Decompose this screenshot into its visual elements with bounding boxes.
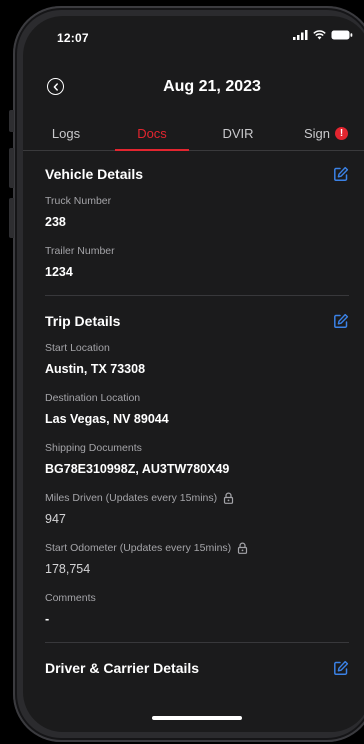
section-title: Driver & Carrier Details [45, 660, 200, 676]
field-value: Las Vegas, NV 89044 [45, 412, 169, 426]
tab-bar: Logs Docs DVIR Sign ! [23, 116, 364, 151]
signal-icon [293, 30, 308, 40]
field-label: Start Location [45, 342, 110, 354]
trip-details-header: Trip Details [45, 306, 349, 336]
tab-sign[interactable]: Sign ! [281, 116, 364, 150]
start-odometer-field: Start Odometer (Updates every 15mins) 17… [45, 542, 349, 576]
comments-field: Comments - [45, 592, 349, 626]
home-indicator[interactable] [152, 716, 242, 720]
tab-dvir[interactable]: DVIR [195, 116, 281, 150]
field-value: 238 [45, 215, 66, 229]
miles-driven-field: Miles Driven (Updates every 15mins) 947 [45, 492, 349, 526]
screen: 12:07 Aug 21, 2023 Logs Docs DVIR Sign !… [23, 16, 364, 732]
field-label: Truck Number [45, 195, 112, 207]
field-value: 947 [45, 512, 66, 526]
lock-icon [238, 542, 248, 554]
divider [45, 642, 349, 643]
trailer-number-field: Trailer Number 1234 [45, 245, 349, 279]
edit-icon[interactable] [333, 313, 349, 329]
status-time: 12:07 [57, 31, 89, 45]
vehicle-details-section: Vehicle Details Truck Number 238 Trailer… [23, 159, 364, 279]
lock-icon [224, 492, 234, 504]
tab-dvir-label: DVIR [222, 125, 254, 141]
section-title: Vehicle Details [45, 166, 144, 182]
shipping-documents-field: Shipping Documents BG78E310998Z, AU3TW78… [45, 442, 349, 476]
alert-badge-icon: ! [335, 126, 349, 140]
driver-carrier-section: Driver & Carrier Details [23, 653, 364, 683]
battery-icon [331, 30, 353, 40]
wifi-icon [313, 30, 326, 40]
docs-content[interactable]: Vehicle Details Truck Number 238 Trailer… [23, 151, 364, 732]
chevron-left-icon [53, 82, 58, 91]
divider [45, 295, 349, 296]
field-label: Miles Driven (Updates every 15mins) [45, 492, 349, 504]
destination-field: Destination Location Las Vegas, NV 89044 [45, 392, 349, 426]
edit-icon[interactable] [333, 660, 349, 676]
tab-docs-label: Docs [137, 125, 167, 141]
field-value: 1234 [45, 265, 73, 279]
field-value: 178,754 [45, 562, 91, 576]
tab-docs[interactable]: Docs [109, 116, 195, 151]
status-icons [293, 30, 353, 40]
tab-sign-label: Sign [303, 125, 331, 141]
field-label: Comments [45, 592, 96, 604]
field-label: Shipping Documents [45, 442, 142, 454]
tab-logs[interactable]: Logs [23, 116, 109, 150]
mute-switch [9, 110, 14, 132]
driver-carrier-header: Driver & Carrier Details [45, 653, 349, 683]
start-odometer-label: Start Odometer (Updates every 15mins) [45, 542, 232, 554]
start-location-field: Start Location Austin, TX 73308 [45, 342, 349, 376]
field-label: Trailer Number [45, 245, 115, 257]
field-value: - [45, 612, 50, 626]
field-value: Austin, TX 73308 [45, 362, 146, 376]
edit-icon[interactable] [333, 166, 349, 182]
volume-up-button [9, 148, 14, 188]
status-bar: 12:07 [23, 16, 364, 60]
field-value: BG78E310998Z, AU3TW780X49 [45, 462, 230, 476]
tab-logs-label: Logs [51, 125, 81, 141]
vehicle-details-header: Vehicle Details [45, 159, 349, 189]
trip-details-section: Trip Details Start Location Austin, TX 7… [23, 306, 364, 626]
truck-number-field: Truck Number 238 [45, 195, 349, 229]
field-label: Destination Location [45, 392, 141, 404]
miles-driven-label: Miles Driven (Updates every 15mins) [45, 492, 218, 504]
volume-down-button [9, 198, 14, 238]
nav-header: Aug 21, 2023 [23, 70, 364, 106]
field-label: Start Odometer (Updates every 15mins) [45, 542, 349, 554]
section-title: Trip Details [45, 313, 121, 329]
page-title: Aug 21, 2023 [163, 78, 261, 95]
back-button[interactable] [47, 78, 64, 95]
